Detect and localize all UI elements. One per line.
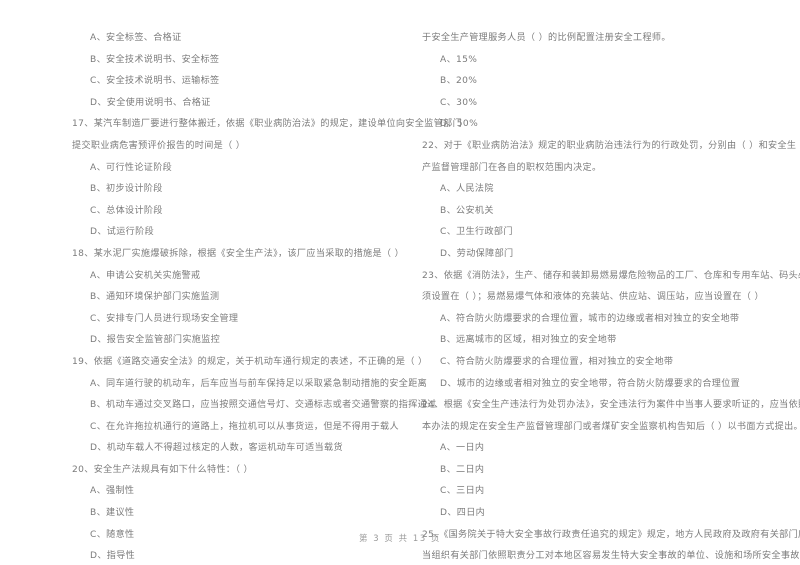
question-option-line: C、符合防火防爆要求的合理位置，相对独立的安全地带 [440, 356, 674, 367]
question-option-line: B、初步设计阶段 [90, 184, 163, 195]
question-option-line: D、报告安全监管部门实施监控 [90, 335, 221, 346]
right-text-column: 于安全生产管理服务人员（ ）的比例配置注册安全工程师。 A、15% B、20% C、3… [422, 28, 800, 565]
left-text-column: A、安全标签、合格证 B、安全技术说明书、安全标签 C、安全技术说明书、运输标签 D、… [72, 28, 463, 565]
question-stem-line: 22、对于《职业病防治法》规定的职业病防治违法行为的行政处罚，分别由（ ）和安全… [422, 140, 797, 151]
question-option-line: A、安全标签、合格证 [90, 33, 182, 43]
question-option-line: B、通知环境保护部门实施监测 [90, 292, 220, 303]
question-continuation-line: 产监督管理部门在各自的职权范围内决定。 [422, 162, 602, 173]
question-option-line: B、公安机关 [440, 205, 494, 216]
question-option-line: C、安全技术说明书、运输标签 [90, 76, 220, 87]
question-option-line: B、20% [440, 76, 478, 87]
document-page: A、安全标签、合格证 B、安全技术说明书、安全标签 C、安全技术说明书、运输标签 D、… [0, 0, 800, 565]
question-option-line: D、城市的边缘或者相对独立的安全地带，符合防火防爆要求的合理位置 [440, 378, 741, 389]
question-option-line: A、申请公安机关实施警戒 [90, 270, 201, 281]
question-option-line: D、四日内 [440, 508, 486, 519]
question-continuation-line: 须设置在（ ）；易燃易爆气体和液体的充装站、供应站、调压站，应当设置在（ ） [422, 292, 764, 303]
question-stem-line: 20、安全生产法规具有如下什么特性：（ ） [72, 464, 253, 475]
question-option-line: C、卫生行政部门 [440, 227, 513, 238]
question-option-line: D、机动车载人不得超过核定的人数，客运机动车可适当载货 [90, 443, 343, 454]
question-option-line: A、人民法院 [440, 184, 494, 195]
question-option-line: B、建议性 [90, 508, 135, 519]
page-footer: 第 3 页 共 13 页 [359, 533, 441, 543]
question-option-line: A、强制性 [90, 486, 135, 497]
question-option-line: A、符合防火防爆要求的合理位置，城市的边缘或者相对独立的安全地带 [440, 313, 740, 324]
question-continuation-line: 提交职业病危害预评价报告的时间是（ ） [72, 140, 246, 151]
question-option-line: D、劳动保障部门 [440, 248, 514, 259]
question-option-line: B、远离城市的区域，相对独立的安全地带 [440, 335, 617, 346]
question-option-line: B、安全技术说明书、安全标签 [90, 54, 220, 65]
question-stem-line: 17、某汽车制造厂要进行整体搬迁，依据《职业病防治法》的规定，建设单位向安全监管… [72, 119, 463, 130]
question-option-line: A、一日内 [440, 443, 485, 454]
question-option-line: C、安排专门人员进行现场安全管理 [90, 313, 239, 324]
question-option-line: D、试运行阶段 [90, 227, 155, 238]
question-stem-line: 23、依据《消防法》，生产、储存和装卸易燃易爆危险物品的工厂、仓库和专用车站、码… [422, 270, 800, 281]
question-continuation-line: 本办法的规定在安全生产监督管理部门或者煤矿安全监察机构告知后（ ）以书面方式提出… [422, 421, 800, 432]
question-option-line: C、总体设计阶段 [90, 205, 163, 216]
question-stem-line: 18、某水泥厂实施爆破拆除，根据《安全生产法》，该厂应当采取的措施是（ ） [72, 248, 405, 259]
question-option-line: D、50% [440, 119, 479, 130]
question-option-line: D、安全使用说明书、合格证 [90, 97, 211, 108]
question-option-line: C、在允许拖拉机通行的道路上，拖拉机可以从事货运，但是不得用于载人 [90, 421, 399, 432]
question-continuation-line: 当组织有关部门依照职责分工对本地区容易发生特大安全事故的单位、设施和场所安全事故… [422, 551, 800, 562]
question-stem-line: 24、根据《安全生产违法行为处罚办法》，安全违法行为案件中当事人要求听证的，应当… [422, 400, 800, 411]
question-option-line: A、可行性论证阶段 [90, 162, 173, 173]
question-option-line: C、三日内 [440, 486, 485, 497]
question-continuation-line: 于安全生产管理服务人员（ ）的比例配置注册安全工程师。 [422, 33, 671, 43]
question-option-line: A、同车道行驶的机动车，后车应当与前车保持足以采取紧急制动措施的安全距离 [90, 378, 428, 389]
question-stem-line: 19、依据《道路交通安全法》的规定，关于机动车通行规定的表述，不正确的是（ ） [72, 356, 428, 367]
question-option-line: D、指导性 [90, 551, 136, 562]
question-option-line: B、机动车通过交叉路口，应当按照交通信号灯、交通标志或者交通警察的指挥通过 [90, 400, 437, 411]
question-option-line: C、30% [440, 97, 478, 108]
question-option-line: B、二日内 [440, 464, 485, 475]
question-option-line: A、15% [440, 54, 478, 65]
